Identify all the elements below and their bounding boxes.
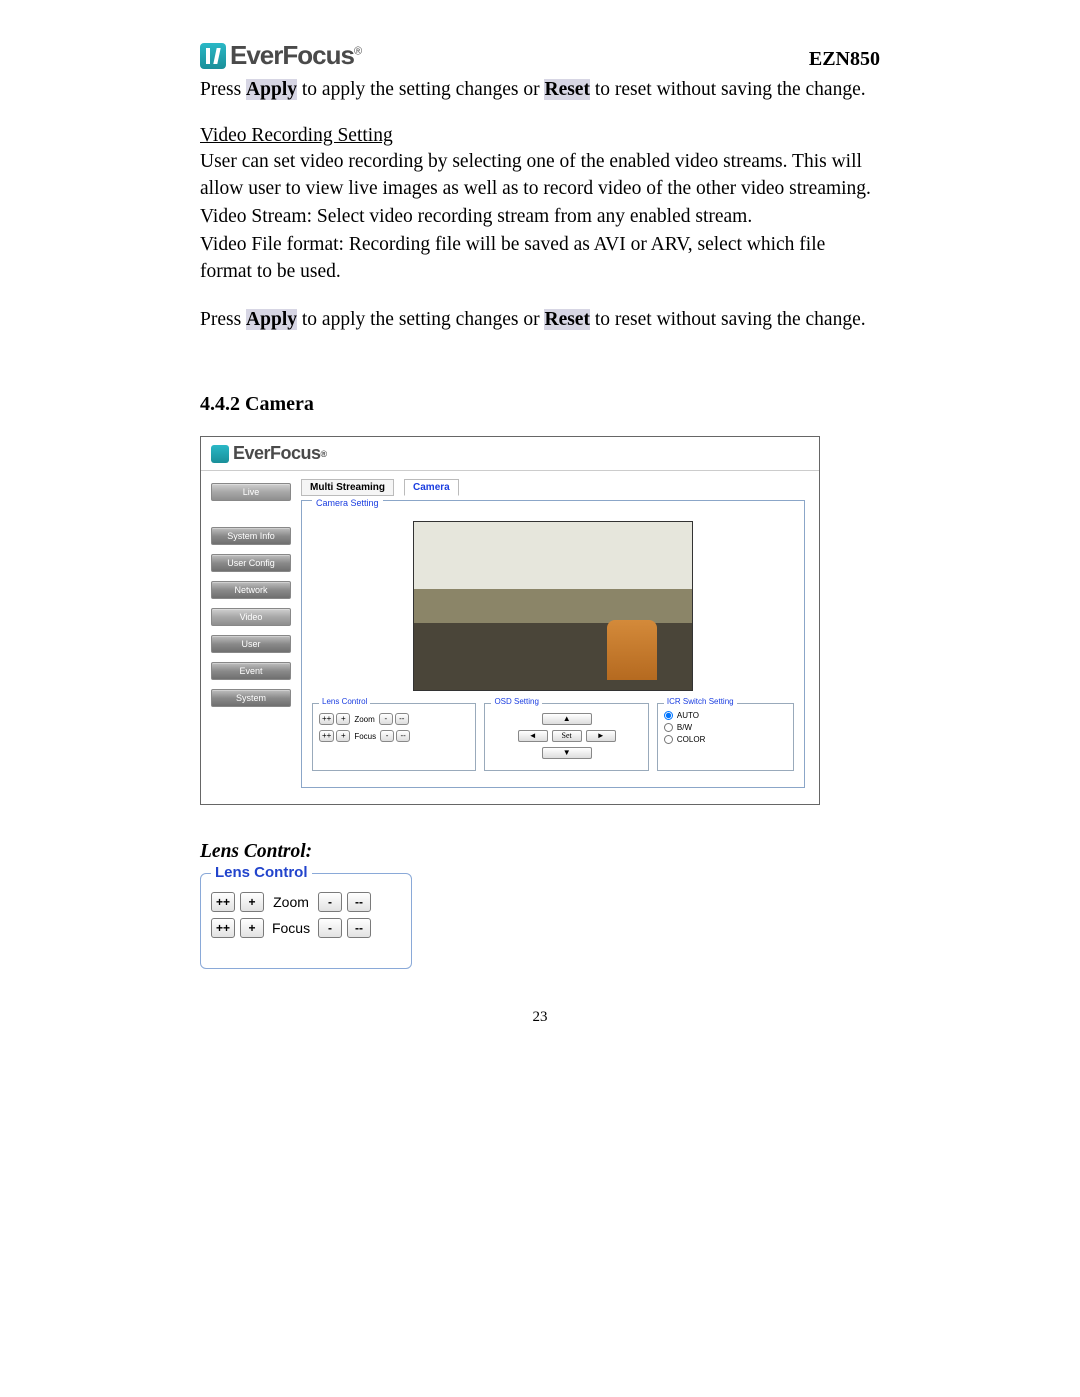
zoom-out-button[interactable]: -: [379, 713, 393, 725]
apply-reset-note-1: Press Apply to apply the setting changes…: [200, 77, 880, 103]
icr-bw-radio[interactable]: [664, 723, 673, 732]
ss-tabs: Multi Streaming Camera: [301, 479, 805, 496]
osd-right-button[interactable]: ►: [586, 730, 616, 742]
ss-brand: EverFocus: [233, 443, 321, 464]
focus-out-button[interactable]: -: [380, 730, 394, 742]
video-recording-heading: Video Recording Setting: [200, 125, 393, 147]
video-recording-para-1: User can set video recording by selectin…: [200, 149, 880, 202]
osd-up-button[interactable]: ▲: [542, 713, 592, 725]
zoom-in-fast-button[interactable]: ++: [319, 713, 334, 725]
camera-setting-label: Camera Setting: [312, 498, 383, 508]
camera-ui-screenshot: EverFocus® Live System Info User Config …: [200, 436, 820, 805]
osd-setting-panel: OSD Setting ▲ ◄ Set ► ▼: [484, 703, 648, 771]
model-id: EZN850: [809, 48, 880, 71]
lens-control-panel: Lens Control ++ + Zoom - -- ++ + Focus -…: [200, 873, 412, 969]
brand-text: EverFocus®: [230, 40, 361, 71]
zoom-label: Zoom: [269, 894, 313, 910]
focus-out-fast-button[interactable]: --: [396, 730, 410, 742]
brand-logo: EverFocus®: [200, 40, 361, 71]
focus-in-fast-button[interactable]: ++: [319, 730, 334, 742]
live-video-preview: [413, 521, 693, 691]
zoom-in-button[interactable]: +: [240, 892, 264, 912]
everfocus-logo-icon: [200, 43, 226, 69]
focus-in-button[interactable]: +: [240, 918, 264, 938]
focus-in-button[interactable]: +: [336, 730, 350, 742]
ss-header: EverFocus®: [201, 437, 819, 471]
everfocus-logo-icon: [211, 445, 229, 463]
icr-switch-panel: ICR Switch Setting AUTO B/W: [657, 703, 794, 771]
lens-control-title: Lens Control: [211, 864, 312, 881]
ss-sidebar: Live System Info User Config Network Vid…: [201, 471, 301, 804]
lens-control-heading: Lens Control:: [200, 841, 880, 863]
sidebar-item-system-info[interactable]: System Info: [211, 527, 291, 545]
focus-label: Focus: [269, 920, 313, 936]
icr-bw-option[interactable]: B/W: [664, 723, 787, 732]
video-recording-para-2: Video Stream: Select video recording str…: [200, 204, 880, 230]
page-number: 23: [200, 1009, 880, 1026]
focus-label: Focus: [354, 732, 376, 741]
icr-auto-radio[interactable]: [664, 711, 673, 720]
zoom-in-button[interactable]: +: [336, 713, 350, 725]
sidebar-item-network[interactable]: Network: [211, 581, 291, 599]
osd-down-button[interactable]: ▼: [542, 747, 592, 759]
sidebar-item-user-config[interactable]: User Config: [211, 554, 291, 572]
focus-out-button[interactable]: -: [318, 918, 342, 938]
zoom-in-fast-button[interactable]: ++: [211, 892, 235, 912]
icr-auto-option[interactable]: AUTO: [664, 711, 787, 720]
tab-multi-streaming[interactable]: Multi Streaming: [301, 479, 394, 496]
tab-camera[interactable]: Camera: [404, 479, 459, 496]
sidebar-item-system[interactable]: System: [211, 689, 291, 707]
video-recording-para-3: Video File format: Recording file will b…: [200, 232, 880, 285]
focus-out-fast-button[interactable]: --: [347, 918, 371, 938]
icr-color-radio[interactable]: [664, 735, 673, 744]
zoom-out-fast-button[interactable]: --: [395, 713, 409, 725]
section-4-4-2-heading: 4.4.2 Camera: [200, 393, 880, 416]
video-recording-section: Video Recording Setting User can set vid…: [200, 125, 880, 285]
focus-in-fast-button[interactable]: ++: [211, 918, 235, 938]
sidebar-item-video[interactable]: Video: [211, 608, 291, 626]
sidebar-item-event[interactable]: Event: [211, 662, 291, 680]
osd-left-button[interactable]: ◄: [518, 730, 548, 742]
zoom-out-button[interactable]: -: [318, 892, 342, 912]
page-header: EverFocus® EZN850: [200, 40, 880, 71]
camera-setting-panel: Camera Setting Lens Control ++ + Zoom - …: [301, 500, 805, 788]
lens-control-panel-sm: Lens Control ++ + Zoom - -- ++ +: [312, 703, 476, 771]
sidebar-item-live[interactable]: Live: [211, 483, 291, 501]
zoom-label: Zoom: [354, 715, 374, 724]
apply-reset-note-2: Press Apply to apply the setting changes…: [200, 307, 880, 333]
icr-color-option[interactable]: COLOR: [664, 735, 787, 744]
sidebar-item-user[interactable]: User: [211, 635, 291, 653]
osd-set-button[interactable]: Set: [552, 730, 582, 742]
zoom-out-fast-button[interactable]: --: [347, 892, 371, 912]
